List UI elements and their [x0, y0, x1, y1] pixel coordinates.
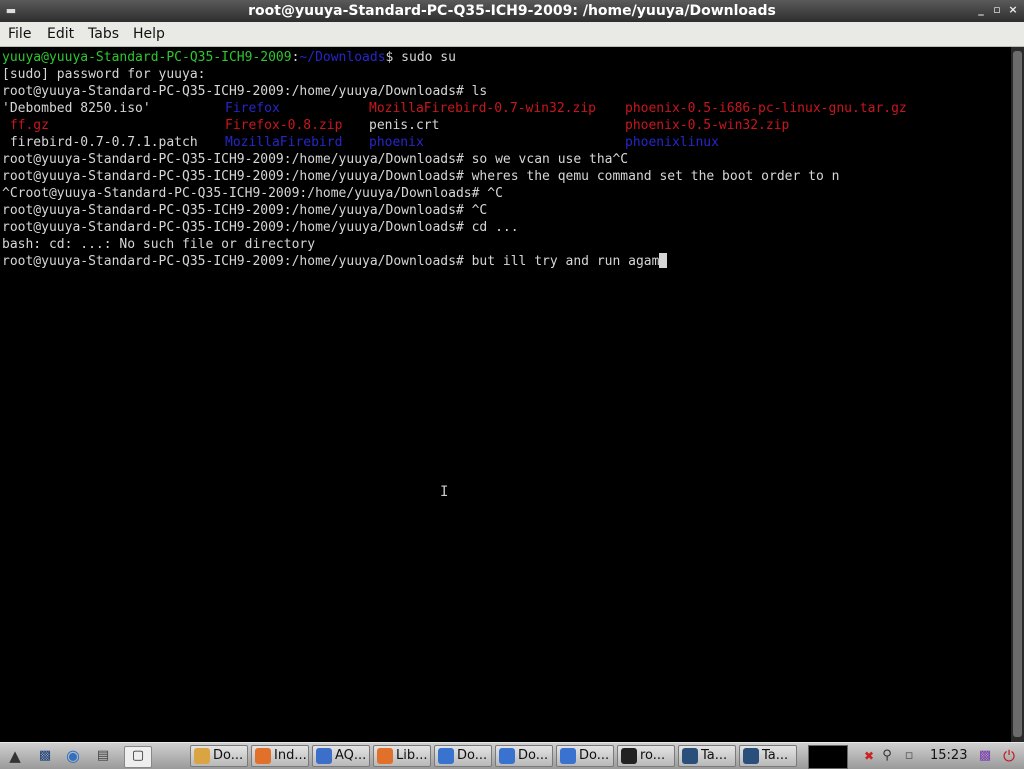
browser-icon — [316, 748, 332, 764]
terminal-launcher-icon[interactable]: ▢ — [124, 746, 152, 768]
prompt-command: $ sudo su — [385, 50, 456, 65]
terminal-line: root@yuuya-Standard-PC-Q35-ICH9-2009:/ho… — [2, 169, 840, 184]
ls-row: firebird-0.7-0.7.1.patch MozillaFirebird… — [2, 134, 1002, 151]
task-label: Ta... — [701, 748, 728, 763]
taskbar-task-button[interactable]: Ta... — [678, 745, 736, 767]
terminal-line: root@yuuya-Standard-PC-Q35-ICH9-2009:/ho… — [2, 84, 488, 99]
task-manager-icon — [682, 748, 698, 764]
terminal-line: bash: cd: ...: No such file or directory — [2, 237, 316, 252]
text-cursor — [659, 253, 668, 268]
terminal-input-line[interactable]: root@yuuya-Standard-PC-Q35-ICH9-2009:/ho… — [2, 253, 668, 270]
task-label: Do... — [457, 748, 488, 763]
menubar: File Edit Tabs Help — [0, 22, 1024, 47]
network-globe-icon[interactable]: ◉ — [64, 747, 82, 765]
clock[interactable]: 15:23 — [930, 748, 967, 763]
folder-icon — [194, 748, 210, 764]
scrollbar-thumb[interactable] — [1013, 51, 1022, 737]
workspace-pager[interactable] — [808, 745, 848, 769]
ls-entry: phoenix — [369, 135, 424, 150]
ls-entry: MozillaFirebird — [225, 135, 343, 150]
terminal-line: root@yuuya-Standard-PC-Q35-ICH9-2009:/ho… — [2, 152, 629, 167]
task-label: Do... — [579, 748, 610, 763]
terminal-output[interactable]: yuuya@yuuya-Standard-PC-Q35-ICH9-2009:~/… — [0, 47, 1011, 742]
ls-row: 'Debombed 8250.iso' Firefox MozillaFireb… — [2, 100, 1002, 117]
menu-help[interactable]: Help — [131, 25, 167, 43]
show-desktop-icon[interactable]: ▩ — [36, 747, 54, 765]
terminal-line: [sudo] password for yuuya: — [2, 67, 206, 82]
terminal-line: root@yuuya-Standard-PC-Q35-ICH9-2009:/ho… — [2, 220, 519, 235]
taskbar-task-button[interactable]: Do... — [556, 745, 614, 767]
close-icon[interactable]: × — [1006, 3, 1020, 17]
ls-entry: MozillaFirebird-0.7-win32.zip — [369, 101, 596, 116]
task-manager-icon — [743, 748, 759, 764]
ls-entry: phoenix-0.5-win32.zip — [625, 118, 790, 133]
ls-entry: Firefox — [225, 101, 280, 116]
task-label: Ta... — [762, 748, 789, 763]
firefox-icon — [377, 748, 393, 764]
minimize-icon[interactable]: _ — [974, 3, 988, 17]
window-titlebar[interactable]: ▬ root@yuuya-Standard-PC-Q35-ICH9-2009: … — [0, 0, 1024, 22]
terminal-line: ^Croot@yuuya-Standard-PC-Q35-ICH9-2009:/… — [2, 186, 503, 201]
ls-entry: penis.crt — [369, 118, 440, 133]
taskbar-task-button[interactable]: ro... — [617, 745, 675, 767]
menu-tabs[interactable]: Tabs — [86, 25, 121, 43]
task-label: Do... — [518, 748, 549, 763]
task-label: AQ... — [335, 748, 367, 763]
terminal-icon — [621, 748, 637, 764]
window-title: root@yuuya-Standard-PC-Q35-ICH9-2009: /h… — [248, 3, 776, 19]
network-disconnected-icon[interactable]: ✖ — [860, 747, 878, 765]
ls-entry: firebird-0.7-0.7.1.patch — [2, 135, 198, 150]
menu-edit[interactable]: Edit — [45, 25, 76, 43]
taskbar-task-button[interactable]: Lib... — [373, 745, 431, 767]
ls-row: ff.gz Firefox-0.8.zip penis.crt phoenix-… — [2, 117, 1002, 134]
taskbar-task-button[interactable]: Do... — [495, 745, 553, 767]
document-icon — [438, 748, 454, 764]
firefox-icon — [255, 748, 271, 764]
ls-entry: Firefox-0.8.zip — [225, 118, 343, 133]
ls-entry: phoenixlinux — [625, 135, 719, 150]
prompt-path: ~/Downloads — [299, 50, 386, 65]
taskbar-task-button[interactable]: Ind... — [251, 745, 309, 767]
terminal-window: ▬ root@yuuya-Standard-PC-Q35-ICH9-2009: … — [0, 0, 1024, 742]
ibeam-cursor-icon: I — [440, 484, 449, 500]
taskbar-task-button[interactable]: AQ... — [312, 745, 370, 767]
search-icon[interactable]: ⚲ — [878, 747, 896, 765]
start-menu-icon[interactable]: ▲ — [6, 747, 24, 765]
screenshot-icon[interactable]: ▩ — [976, 747, 994, 765]
menu-file[interactable]: File — [6, 25, 33, 43]
current-command: root@yuuya-Standard-PC-Q35-ICH9-2009:/ho… — [2, 254, 660, 269]
document-icon — [560, 748, 576, 764]
terminal-line: yuuya@yuuya-Standard-PC-Q35-ICH9-2009:~/… — [2, 49, 456, 66]
taskbar-task-button[interactable]: Do... — [434, 745, 492, 767]
taskbar-task-button[interactable]: Ta... — [739, 745, 797, 767]
terminal-scrollbar[interactable] — [1011, 47, 1024, 742]
taskbar: ▲ ▩ ◉ ▤ ▢ Do... Ind... AQ... Lib... Do... Do.… — [0, 742, 1024, 769]
ls-entry: phoenix-0.5-i686-pc-linux-gnu.tar.gz — [625, 101, 907, 116]
ls-entry: ff.gz — [2, 118, 49, 133]
power-icon[interactable]: ⏻ — [1000, 747, 1018, 765]
task-label: Lib... — [396, 748, 428, 763]
maximize-icon[interactable]: ▫ — [990, 3, 1004, 17]
task-label: ro... — [640, 748, 666, 763]
terminal-line: root@yuuya-Standard-PC-Q35-ICH9-2009:/ho… — [2, 203, 488, 218]
clipboard-icon[interactable]: ▫ — [900, 747, 918, 765]
prompt-user: yuuya@yuuya-Standard-PC-Q35-ICH9-2009 — [2, 50, 292, 65]
document-icon — [499, 748, 515, 764]
task-label: Do... — [213, 748, 244, 763]
file-manager-icon[interactable]: ▤ — [94, 747, 112, 765]
ls-entry: 'Debombed 8250.iso' — [2, 101, 151, 116]
task-label: Ind... — [274, 748, 307, 763]
taskbar-task-button[interactable]: Do... — [190, 745, 248, 767]
